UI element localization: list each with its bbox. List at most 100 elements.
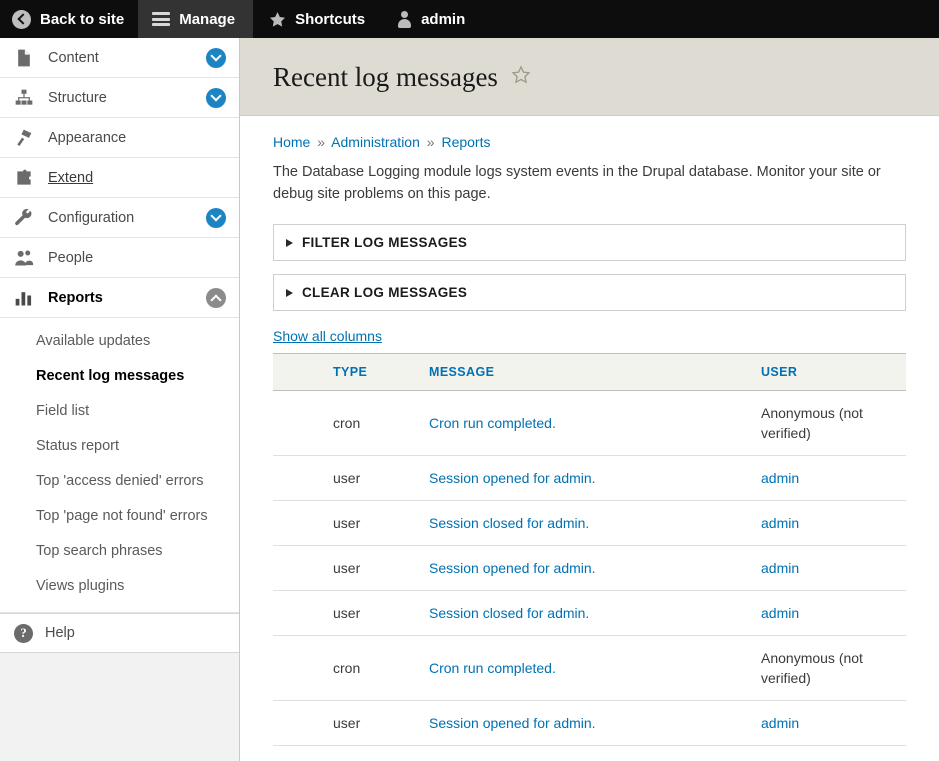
document-icon — [14, 48, 36, 68]
sidebar-subitem-views-plugins[interactable]: Views plugins — [0, 569, 239, 604]
cell-user: admin — [753, 700, 906, 746]
sidebar-item-content[interactable]: Content — [0, 38, 239, 78]
sidebar-item-label: Help — [45, 625, 75, 641]
table-row: user Session opened for admin. admin — [273, 545, 906, 591]
column-header-message[interactable]: Message — [421, 353, 753, 391]
star-outline-icon[interactable] — [511, 65, 531, 89]
table-row: user Session opened for admin. admin — [273, 455, 906, 501]
cell-type: user — [325, 700, 421, 746]
table-header-row: Type Message User — [273, 353, 906, 391]
paintbrush-icon — [14, 128, 36, 148]
sidebar-subitem-status-report[interactable]: Status report — [0, 429, 239, 464]
cell-message: /user/2 — [421, 745, 753, 761]
admin-sidebar: Content Structure Appearance Extend Conf… — [0, 38, 240, 761]
sidebar-item-help[interactable]: ? Help — [0, 613, 239, 653]
message-link[interactable]: Session closed for admin. — [429, 605, 589, 621]
sidebar-subitem-top-page-not-found-errors[interactable]: Top 'page not found' errors — [0, 499, 239, 534]
show-all-columns-link[interactable]: Show all columns — [273, 328, 382, 344]
row-icon-cell — [273, 700, 325, 746]
cell-message: Session opened for admin. — [421, 700, 753, 746]
breadcrumb-item-administration[interactable]: Administration — [331, 134, 420, 150]
table-row: user Session closed for admin. admin — [273, 590, 906, 636]
toolbar-tab-account[interactable]: admin — [383, 0, 481, 38]
sidebar-subitem-top-search-phrases[interactable]: Top search phrases — [0, 534, 239, 569]
user-link[interactable]: admin — [761, 605, 799, 621]
sidebar-item-label: Configuration — [48, 209, 135, 226]
back-to-site-button[interactable]: Back to site — [0, 0, 138, 38]
sidebar-item-label: Structure — [48, 89, 107, 106]
table-row: user Session opened for admin. admin — [273, 700, 906, 746]
row-icon-cell — [273, 390, 325, 456]
cell-type: cron — [325, 390, 421, 456]
sidebar-item-appearance[interactable]: Appearance — [0, 118, 239, 158]
toolbar-tab-shortcuts[interactable]: Shortcuts — [253, 0, 383, 38]
sidebar-item-configuration[interactable]: Configuration — [0, 198, 239, 238]
filter-log-messages-label: Filter log messages — [302, 235, 468, 250]
clear-log-messages-details[interactable]: Clear log messages — [273, 274, 906, 311]
sidebar-item-label: Content — [48, 49, 99, 66]
table-row: cron Cron run completed. Anonymous (not ve… — [273, 635, 906, 701]
bar-chart-icon — [14, 288, 36, 308]
cell-user: Anonymous (not verified) — [753, 745, 906, 761]
toolbar-tab-manage[interactable]: Manage — [138, 0, 254, 38]
breadcrumb: Home » Administration » Reports — [273, 134, 906, 150]
wrench-icon — [14, 208, 36, 228]
sidebar-item-people[interactable]: People — [0, 238, 239, 278]
admin-toolbar: Back to site Manage Shortcuts admin — [0, 0, 939, 38]
cell-user: admin — [753, 590, 906, 636]
row-icon-cell — [273, 500, 325, 546]
user-link[interactable]: admin — [761, 515, 799, 531]
sidebar-item-extend[interactable]: Extend — [0, 158, 239, 198]
column-header-user[interactable]: User — [753, 353, 906, 391]
cell-type: user — [325, 590, 421, 636]
shortcuts-label: Shortcuts — [295, 10, 366, 28]
sidebar-item-label: Extend — [48, 169, 94, 186]
message-link[interactable]: Session closed for admin. — [429, 515, 589, 531]
page-header: Recent log messages — [240, 38, 939, 116]
breadcrumb-item-reports[interactable]: Reports — [441, 134, 490, 150]
sidebar-item-label: People — [48, 249, 94, 266]
page-title: Recent log messages — [273, 62, 498, 92]
sidebar-subitem-recent-log-messages[interactable]: Recent log messages — [0, 359, 239, 394]
message-link[interactable]: Cron run completed. — [429, 660, 556, 676]
sidebar-subitem-available-updates[interactable]: Available updates — [0, 324, 239, 359]
sidebar-item-structure[interactable]: Structure — [0, 78, 239, 118]
sidebar-subitem-top-access-denied-errors[interactable]: Top 'access denied' errors — [0, 464, 239, 499]
sidebar-subitem-field-list[interactable]: Field list — [0, 394, 239, 429]
sidebar-reports-submenu: Available updates Recent log messages Fi… — [0, 318, 239, 613]
sidebar-item-label: Appearance — [48, 129, 127, 146]
message-link[interactable]: Session opened for admin. — [429, 715, 596, 731]
message-link[interactable]: Session opened for admin. — [429, 560, 596, 576]
user-link[interactable]: admin — [761, 560, 799, 576]
cell-message: Session closed for admin. — [421, 500, 753, 546]
row-icon-cell — [273, 590, 325, 636]
user-link[interactable]: admin — [761, 470, 799, 486]
cell-message: Session closed for admin. — [421, 590, 753, 636]
warning-icon — [273, 745, 325, 761]
message-link[interactable]: Session opened for admin. — [429, 470, 596, 486]
chevron-down-icon[interactable] — [206, 47, 226, 68]
message-link[interactable]: Cron run completed. — [429, 415, 556, 431]
log-messages-table: Type Message User cron Cron run completed… — [273, 353, 906, 761]
sidebar-primary-menu: Content Structure Appearance Extend Conf… — [0, 38, 239, 318]
chevron-down-icon[interactable] — [206, 87, 226, 108]
back-circle-arrow-icon — [12, 9, 31, 29]
cell-message: Session opened for admin. — [421, 455, 753, 501]
page-description: The Database Logging module logs system … — [273, 164, 881, 202]
column-header-type[interactable]: Type — [325, 353, 421, 391]
cell-message: Cron run completed. — [421, 390, 753, 456]
sidebar-item-reports[interactable]: Reports — [0, 278, 239, 318]
account-label: admin — [421, 10, 466, 28]
manage-label: Manage — [179, 10, 236, 28]
chevron-down-icon[interactable] — [206, 207, 226, 228]
breadcrumb-item-home[interactable]: Home — [273, 134, 310, 150]
chevron-up-icon[interactable] — [206, 287, 226, 308]
triangle-right-icon — [286, 288, 293, 297]
user-link[interactable]: admin — [761, 715, 799, 731]
table-row: user Session closed for admin. admin — [273, 500, 906, 546]
breadcrumb-separator: » — [317, 134, 326, 150]
cell-type: access denied — [325, 745, 421, 761]
filter-log-messages-details[interactable]: Filter log messages — [273, 224, 906, 261]
cell-message: Session opened for admin. — [421, 545, 753, 591]
user-avatar-icon — [397, 10, 412, 28]
